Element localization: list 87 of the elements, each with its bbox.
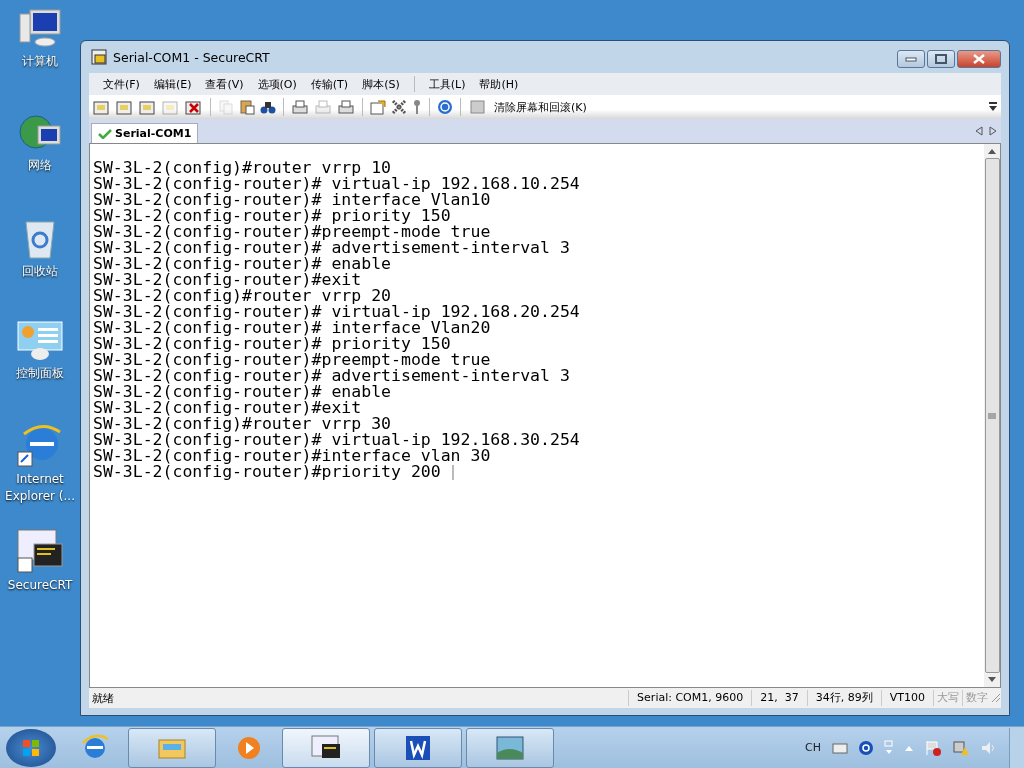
status-message: 就绪 [91, 690, 115, 706]
computer-icon[interactable] [18, 8, 62, 50]
status-field: Serial: COM1, 9600 [628, 690, 752, 706]
clear-screen-button[interactable]: 清除屏幕和回滚(K) [468, 99, 589, 115]
desktop-icon-label[interactable]: SecureCRT [7, 577, 73, 594]
printer-icon[interactable] [291, 99, 309, 115]
properties-icon[interactable] [370, 99, 386, 115]
session-icon[interactable] [185, 99, 203, 115]
keyboard-icon[interactable] [832, 741, 848, 754]
taskbar-terminal-button[interactable] [282, 727, 370, 768]
window-title: Serial-COM1 - SecureCRT [113, 49, 270, 65]
tab-right-arrow-icon[interactable] [989, 126, 997, 136]
status-indicator: 数字 [962, 690, 991, 706]
help-icon[interactable] [858, 739, 874, 756]
scroll-down-icon[interactable] [987, 676, 997, 684]
taskbar-picture-button[interactable] [466, 727, 554, 768]
help-icon[interactable] [437, 99, 453, 115]
status-field: 34行, 89列 [806, 690, 881, 706]
terminal-line: SW-3L-2(config-router)#priority 200 [93, 464, 441, 480]
terminal-line: SW-3L-2(config-router)# enable [93, 384, 391, 400]
binoculars-icon[interactable] [260, 99, 276, 115]
printer-icon[interactable] [337, 99, 355, 115]
close-icon [972, 54, 986, 64]
session-icon[interactable] [93, 99, 111, 115]
control-panel-icon[interactable] [16, 320, 64, 362]
menu-item[interactable]: 查看(V) [205, 76, 244, 92]
w-logo-icon [404, 733, 432, 762]
terminal-line: SW-3L-2(config-router)# virtual-ip 192.168.20.254 [93, 304, 580, 320]
close-button[interactable] [957, 50, 1001, 68]
terminal-line: SW-3L-2(config-router)#exit [93, 272, 362, 288]
menu-item[interactable]: 帮助(H) [479, 76, 519, 92]
landscape-picture-icon [495, 734, 525, 761]
minimize-button[interactable] [897, 50, 925, 68]
terminal-line: SW-3L-2(config-router)# interface Vlan20 [93, 320, 491, 336]
menu-item[interactable]: 传输(T) [310, 76, 349, 92]
terminal-line: SW-3L-2(config-router)# priority 150 [93, 336, 451, 352]
network-warning-icon[interactable] [952, 738, 970, 757]
desktop-icon-label[interactable]: 计算机 [22, 53, 58, 70]
terminal-line: SW-3L-2(config-router)# enable [93, 256, 391, 272]
grip-icon [988, 412, 996, 419]
terminal-window-icon[interactable] [16, 528, 64, 574]
terminal-line: SW-3L-2(config-router)#interface vlan 30 [93, 448, 491, 464]
desktop-icon-label[interactable]: 回收站 [22, 263, 58, 280]
terminal-line: SW-3L-2(config-router)#preempt-mode true [93, 352, 491, 368]
check-icon [98, 128, 112, 139]
terminal-line: SW-3L-2(config)#router vrrp 10 [93, 160, 391, 176]
scroll-up-icon[interactable] [987, 147, 997, 155]
text-cursor [451, 464, 454, 480]
terminal-line: SW-3L-2(config-router)#preempt-mode true [93, 224, 491, 240]
maximize-button[interactable] [927, 50, 955, 68]
input-language-indicator[interactable]: CH [805, 741, 821, 754]
status-field: VT100 [880, 690, 933, 706]
menu-item[interactable]: 文件(F) [103, 76, 140, 92]
key-icon[interactable] [412, 99, 422, 115]
terminal-line: SW-3L-2(config-router)#exit [93, 400, 362, 416]
terminal-line: SW-3L-2(config-router)# advertisement-interval 3 [93, 240, 570, 256]
taskbar-folder-button[interactable] [128, 727, 216, 768]
terminal-line: SW-3L-2(config-router)# virtual-ip 192.168.10.254 [93, 176, 580, 192]
flag-icon[interactable] [924, 738, 942, 757]
status-field: 21, 37 [751, 690, 807, 706]
minimize-icon [905, 56, 917, 62]
paste-icon[interactable] [239, 99, 255, 115]
desktop-icon-label[interactable]: Internet Explorer (... [1, 471, 79, 505]
toolbar-overflow-icon[interactable] [989, 102, 997, 112]
tab-left-arrow-icon[interactable] [975, 126, 983, 136]
menu-item[interactable]: 脚本(S) [362, 76, 400, 92]
menu-item[interactable]: 编辑(E) [153, 76, 192, 92]
terminal-line: SW-3L-2(config-router)# priority 150 [93, 208, 451, 224]
maximize-icon [935, 54, 947, 64]
resize-grip-icon[interactable] [991, 693, 1001, 703]
terminal-line: SW-3L-2(config-router)# advertisement-interval 3 [93, 368, 570, 384]
menu-item[interactable]: 工具(L) [428, 76, 466, 92]
terminal-line: SW-3L-2(config)#router vrrp 20 [93, 288, 391, 304]
menu-item[interactable]: 选项(O) [257, 76, 297, 92]
terminal-line: SW-3L-2(config-router)# interface Vlan10 [93, 192, 491, 208]
session-tab[interactable]: Serial-COM1 [91, 123, 199, 143]
start-button[interactable] [6, 728, 56, 767]
desktop-icon-label[interactable]: 网络 [28, 157, 52, 174]
terminal-line: SW-3L-2(config-router)# virtual-ip 192.168.30.254 [93, 432, 580, 448]
terminal-line: SW-3L-2(config)#router vrrp 30 [93, 416, 391, 432]
app-icon [91, 49, 107, 65]
session-icon[interactable] [116, 99, 134, 115]
session-icon[interactable] [139, 99, 157, 115]
desktop-icon-label[interactable]: 控制面板 [16, 365, 64, 382]
clear-screen-icon [470, 99, 486, 115]
taskbar-document-button[interactable] [374, 727, 462, 768]
status-indicator: 大写 [933, 690, 962, 706]
